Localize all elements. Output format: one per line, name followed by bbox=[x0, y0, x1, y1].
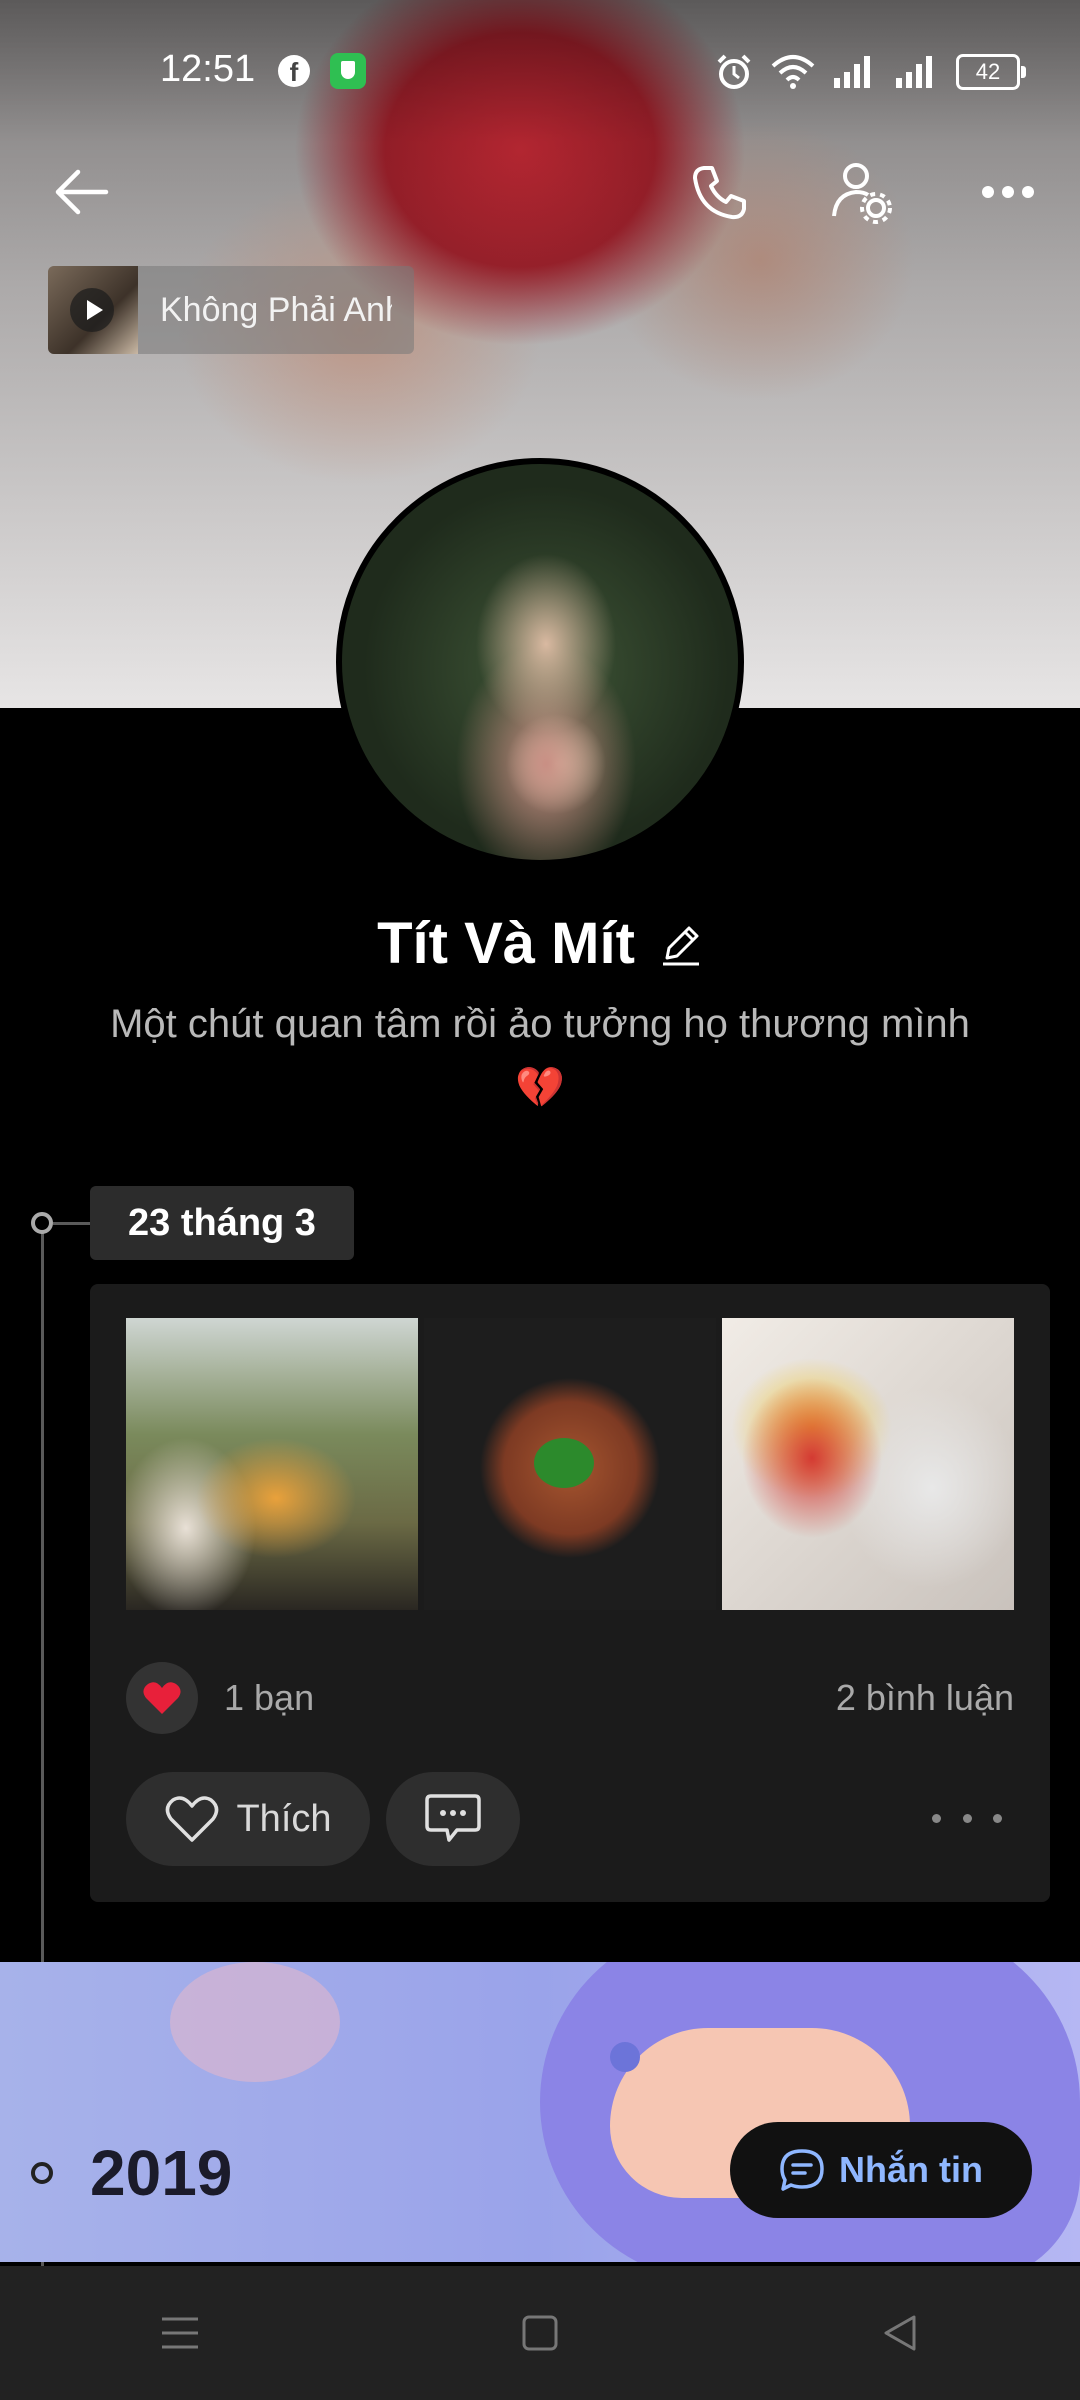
pig-ear-decoration bbox=[610, 2042, 640, 2072]
message-button[interactable]: Nhắn tin bbox=[730, 2122, 1032, 2218]
back-triangle-icon bbox=[884, 2315, 916, 2351]
home-square-icon bbox=[522, 2315, 558, 2351]
profile-settings-button[interactable] bbox=[822, 152, 902, 232]
bio-text: Một chút quan tâm rồi ảo tưởng họ thương… bbox=[110, 1002, 970, 1046]
back-arrow-icon bbox=[55, 169, 109, 215]
broken-heart-emoji: 💔 bbox=[515, 1066, 565, 1110]
post-date: 23 tháng 3 bbox=[90, 1186, 354, 1260]
wifi-icon bbox=[771, 55, 815, 89]
heart-outline-icon bbox=[166, 1796, 219, 1842]
more-button[interactable] bbox=[968, 152, 1048, 232]
menu-icon bbox=[162, 2317, 198, 2349]
reaction-summary: 1 bạn 2 bình luận bbox=[126, 1658, 1014, 1738]
more-icon bbox=[982, 186, 1034, 198]
status-bar: 12:51 f 42 bbox=[0, 0, 1080, 122]
comment-button[interactable] bbox=[386, 1772, 520, 1866]
comment-count[interactable]: 2 bình luận bbox=[836, 1677, 1014, 1719]
timeline-dot bbox=[31, 2162, 53, 2184]
reaction-count[interactable]: 1 bạn bbox=[224, 1677, 314, 1719]
heart-reaction-icon[interactable] bbox=[126, 1662, 198, 1734]
home-nav-button[interactable] bbox=[500, 2293, 580, 2373]
timeline-dot bbox=[31, 1212, 53, 1234]
pig-illustration bbox=[170, 1962, 340, 2082]
message-label: Nhắn tin bbox=[839, 2149, 983, 2190]
signal-icon bbox=[834, 56, 870, 88]
profile-bio: Một chút quan tâm rồi ảo tưởng họ thương… bbox=[40, 992, 1040, 1120]
edit-pencil-icon[interactable] bbox=[659, 922, 703, 966]
profile-name-row: Tít Và Mít bbox=[0, 910, 1080, 977]
play-icon[interactable] bbox=[70, 288, 114, 332]
dot-icon bbox=[993, 1813, 1002, 1823]
timeline-year: 2019 bbox=[90, 2137, 233, 2209]
timeline-connector bbox=[53, 1222, 90, 1225]
album-art bbox=[48, 266, 138, 354]
profile-music-player[interactable]: Không Phải Anh bbox=[48, 266, 414, 354]
call-button[interactable] bbox=[680, 152, 760, 232]
post-photo[interactable] bbox=[126, 1318, 418, 1610]
like-button[interactable]: Thích bbox=[126, 1772, 370, 1866]
signal-icon bbox=[896, 56, 932, 88]
profile-name: Tít Và Mít bbox=[377, 911, 635, 976]
back-button[interactable] bbox=[42, 152, 122, 232]
chat-icon bbox=[780, 2149, 824, 2191]
avatar[interactable] bbox=[336, 458, 744, 866]
battery-icon: 42 bbox=[956, 54, 1026, 90]
post-card[interactable]: 1 bạn 2 bình luận Thích bbox=[90, 1284, 1050, 1902]
facebook-icon: f bbox=[278, 55, 310, 87]
status-time: 12:51 bbox=[160, 48, 256, 90]
dot-icon bbox=[932, 1813, 941, 1823]
menu-nav-button[interactable] bbox=[140, 2293, 220, 2373]
post-photo[interactable] bbox=[722, 1318, 1014, 1610]
comment-icon bbox=[425, 1794, 481, 1842]
song-title: Không Phải Anh bbox=[160, 290, 392, 329]
dot-icon bbox=[962, 1813, 972, 1823]
system-navigation-bar bbox=[0, 2266, 1080, 2400]
post-more-options[interactable] bbox=[932, 1796, 1002, 1840]
like-label: Thích bbox=[236, 1797, 332, 1840]
back-nav-button[interactable] bbox=[860, 2293, 940, 2373]
user-settings-icon bbox=[832, 163, 892, 224]
alarm-icon bbox=[717, 54, 751, 89]
post-photo[interactable] bbox=[424, 1318, 716, 1610]
shield-icon bbox=[330, 53, 366, 89]
phone-icon bbox=[693, 166, 746, 220]
